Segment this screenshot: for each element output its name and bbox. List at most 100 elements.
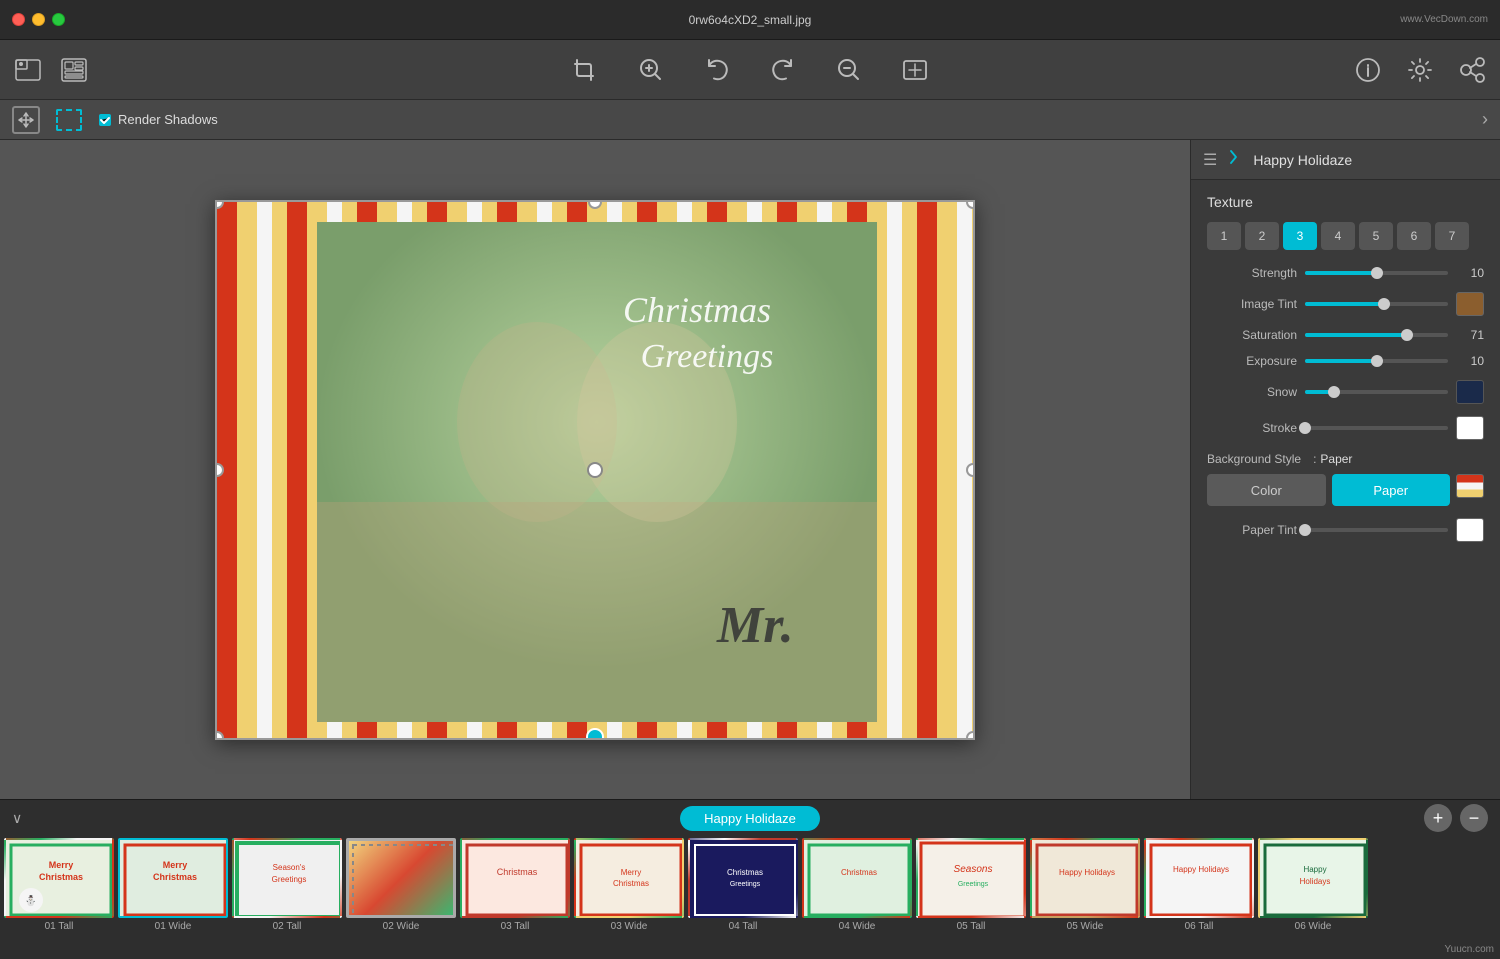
snow-swatch[interactable] xyxy=(1456,380,1484,404)
snow-row: Snow xyxy=(1207,380,1484,404)
expand-arrow[interactable]: › xyxy=(1482,109,1488,130)
list-item[interactable]: Merry Christmas 01 Wide xyxy=(118,838,228,940)
list-item[interactable]: Merry Christmas 03 Wide xyxy=(574,838,684,940)
thumbnail-image[interactable]: Seasons Greetings xyxy=(916,838,1026,918)
thumbnail-image[interactable]: Christmas Greetings xyxy=(688,838,798,918)
rotate-right-icon[interactable] xyxy=(765,52,801,88)
bottom-center-handle[interactable] xyxy=(586,728,604,740)
svg-text:Greetings: Greetings xyxy=(730,881,761,888)
list-item[interactable]: Happy Holidays 06 Tall xyxy=(1144,838,1254,940)
maximize-button[interactable] xyxy=(52,13,65,26)
svg-text:Greetings: Greetings xyxy=(958,881,989,888)
render-shadows-checkbox[interactable]: Render Shadows xyxy=(98,112,218,127)
color-button[interactable]: Color xyxy=(1207,474,1326,506)
add-template-button[interactable]: + xyxy=(1424,804,1452,832)
move-tool-icon[interactable] xyxy=(12,106,40,134)
paper-button[interactable]: Paper xyxy=(1332,474,1451,506)
thumbnail-image[interactable]: Christmas xyxy=(802,838,912,918)
list-item[interactable]: Happy Holidays 06 Wide xyxy=(1258,838,1368,940)
window-controls xyxy=(12,13,65,26)
stroke-slider[interactable] xyxy=(1305,426,1448,430)
bottom-area: ∨ Happy Holidaze + − Merry Christmas ⛄ 0… xyxy=(0,799,1500,959)
fullscreen-icon[interactable] xyxy=(897,52,933,88)
image-tint-swatch[interactable] xyxy=(1456,292,1484,316)
list-item[interactable]: Merry Christmas ⛄ 01 Tall xyxy=(4,838,114,940)
svg-text:Happy: Happy xyxy=(1303,865,1326,874)
thumbnail-label: 02 Wide xyxy=(346,921,456,932)
titlebar: 0rw6o4cXD2_small.jpg www.VecDown.com xyxy=(0,0,1500,40)
remove-template-button[interactable]: − xyxy=(1460,804,1488,832)
texture-tabs: 1 2 3 4 5 6 7 xyxy=(1207,222,1484,250)
settings-icon[interactable] xyxy=(1402,52,1438,88)
info-icon[interactable] xyxy=(1350,52,1386,88)
paper-tint-slider[interactable] xyxy=(1305,528,1448,532)
stroke-row: Stroke xyxy=(1207,416,1484,440)
saturation-slider[interactable] xyxy=(1305,333,1448,337)
crop-icon[interactable] xyxy=(567,52,603,88)
svg-text:Greetings: Greetings xyxy=(641,338,774,375)
open-template-icon[interactable] xyxy=(56,52,92,88)
thumbnail-strip[interactable]: Merry Christmas ⛄ 01 Tall Merry Christma… xyxy=(0,836,1500,942)
svg-text:⛄: ⛄ xyxy=(25,894,37,907)
list-item[interactable]: 02 Wide xyxy=(346,838,456,940)
filename-label: 0rw6o4cXD2_small.jpg xyxy=(689,13,812,27)
list-item[interactable]: Christmas 03 Tall xyxy=(460,838,570,940)
thumbnail-image[interactable]: Merry Christmas xyxy=(574,838,684,918)
strength-slider[interactable] xyxy=(1305,271,1448,275)
image-tint-slider[interactable] xyxy=(1305,302,1448,306)
svg-text:Mr.: Mr. xyxy=(716,597,794,654)
svg-text:Season's: Season's xyxy=(273,863,306,872)
svg-text:Christmas: Christmas xyxy=(153,872,197,882)
thumbnail-image[interactable]: Merry Christmas ⛄ xyxy=(4,838,114,918)
zoom-in-icon[interactable] xyxy=(633,52,669,88)
thumbnail-label: 01 Wide xyxy=(118,921,228,932)
list-item[interactable]: Christmas Greetings 04 Tall xyxy=(688,838,798,940)
list-icon[interactable]: ☰ xyxy=(1203,150,1217,170)
list-item[interactable]: Seasons Greetings 05 Tall xyxy=(916,838,1026,940)
panel-header: ☰ Happy Holidaze xyxy=(1191,140,1500,180)
collapse-chevron[interactable]: ∨ xyxy=(12,810,22,827)
thumbnail-label: 03 Tall xyxy=(460,921,570,932)
handle-tr[interactable] xyxy=(966,200,975,209)
rotate-left-icon[interactable] xyxy=(699,52,735,88)
handle-br[interactable] xyxy=(966,731,975,740)
thumbnail-image[interactable]: Happy Holidays xyxy=(1258,838,1368,918)
texture-tab-4[interactable]: 4 xyxy=(1321,222,1355,250)
stroke-swatch[interactable] xyxy=(1456,416,1484,440)
svg-text:Christmas: Christmas xyxy=(39,872,83,882)
texture-tab-6[interactable]: 6 xyxy=(1397,222,1431,250)
selection-tool-icon[interactable] xyxy=(56,109,82,131)
svg-text:Christmas: Christmas xyxy=(841,868,877,877)
snow-slider[interactable] xyxy=(1305,390,1448,394)
texture-tab-7[interactable]: 7 xyxy=(1435,222,1469,250)
list-item[interactable]: Christmas 04 Wide xyxy=(802,838,912,940)
texture-tab-2[interactable]: 2 xyxy=(1245,222,1279,250)
thumbnail-label: 04 Tall xyxy=(688,921,798,932)
zoom-out-icon[interactable] xyxy=(831,52,867,88)
svg-text:Happy Holidays: Happy Holidays xyxy=(1173,865,1229,874)
thumbnail-image[interactable] xyxy=(346,838,456,918)
texture-tab-3[interactable]: 3 xyxy=(1283,222,1317,250)
thumbnail-image[interactable]: Happy Holidays xyxy=(1030,838,1140,918)
close-button[interactable] xyxy=(12,13,25,26)
list-item[interactable]: Happy Holidays 05 Wide xyxy=(1030,838,1140,940)
center-handle[interactable] xyxy=(587,462,603,478)
open-photo-icon[interactable] xyxy=(10,52,46,88)
thumbnail-image[interactable]: Merry Christmas xyxy=(118,838,228,918)
card-canvas[interactable]: Christmas Greetings Mr. xyxy=(215,200,975,740)
bg-preview-swatch[interactable] xyxy=(1456,474,1484,498)
minimize-button[interactable] xyxy=(32,13,45,26)
thumbnail-image[interactable]: Christmas xyxy=(460,838,570,918)
thumbnail-image[interactable]: Happy Holidays xyxy=(1144,838,1254,918)
list-item[interactable]: Season's Greetings 02 Tall xyxy=(232,838,342,940)
paper-tint-label: Paper Tint xyxy=(1207,523,1297,537)
snow-label: Snow xyxy=(1207,385,1297,399)
texture-tab-5[interactable]: 5 xyxy=(1359,222,1393,250)
texture-tab-1[interactable]: 1 xyxy=(1207,222,1241,250)
share-icon[interactable] xyxy=(1454,52,1490,88)
handle-mr[interactable] xyxy=(966,463,975,477)
exposure-slider[interactable] xyxy=(1305,359,1448,363)
thumbnail-label: 02 Tall xyxy=(232,921,342,932)
paper-tint-swatch[interactable] xyxy=(1456,518,1484,542)
thumbnail-image[interactable]: Season's Greetings xyxy=(232,838,342,918)
